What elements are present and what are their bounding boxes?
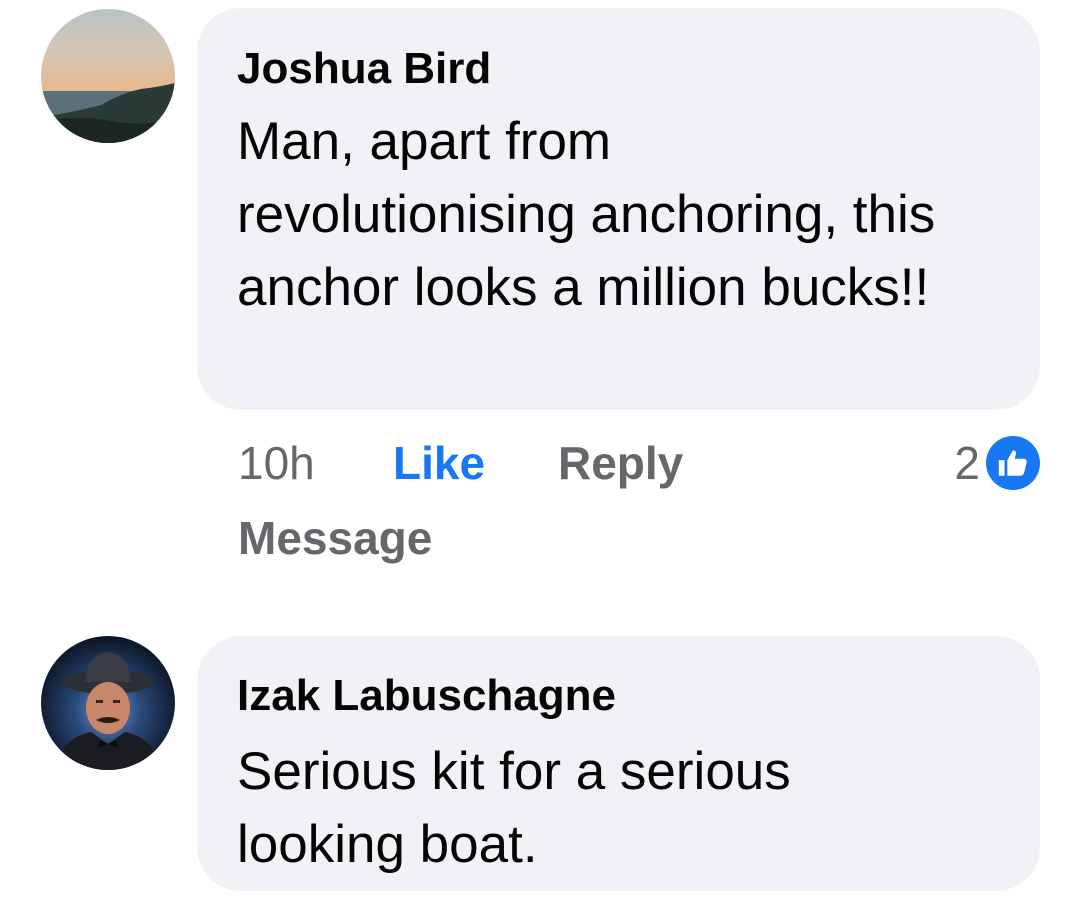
comment-actions: 10h Like Reply <box>238 433 1040 493</box>
like-button[interactable]: Like <box>393 433 485 493</box>
avatar-photo <box>41 636 175 770</box>
avatar[interactable] <box>41 636 175 770</box>
comment-author[interactable]: Izak Labuschagne <box>237 670 1000 722</box>
comment-timestamp: 10h <box>238 437 315 489</box>
comment-bubble: Izak Labuschagne Serious kit for a serio… <box>197 636 1040 891</box>
avatar-photo <box>41 9 175 143</box>
reply-button[interactable]: Reply <box>558 433 683 493</box>
thumbs-up-icon <box>986 436 1040 490</box>
comment-author[interactable]: Joshua Bird <box>237 43 1000 95</box>
reaction-count: 2 <box>954 437 980 489</box>
avatar[interactable] <box>41 9 175 143</box>
reaction-summary[interactable]: 2 <box>954 433 1040 493</box>
comment-text: Man, apart from revolutionising anchorin… <box>237 112 936 317</box>
message-button[interactable]: Message <box>238 508 432 568</box>
comment-bubble: Joshua Bird Man, apart from revolutionis… <box>197 8 1040 410</box>
comment-text: Serious kit for a serious looking boat. <box>237 742 791 874</box>
